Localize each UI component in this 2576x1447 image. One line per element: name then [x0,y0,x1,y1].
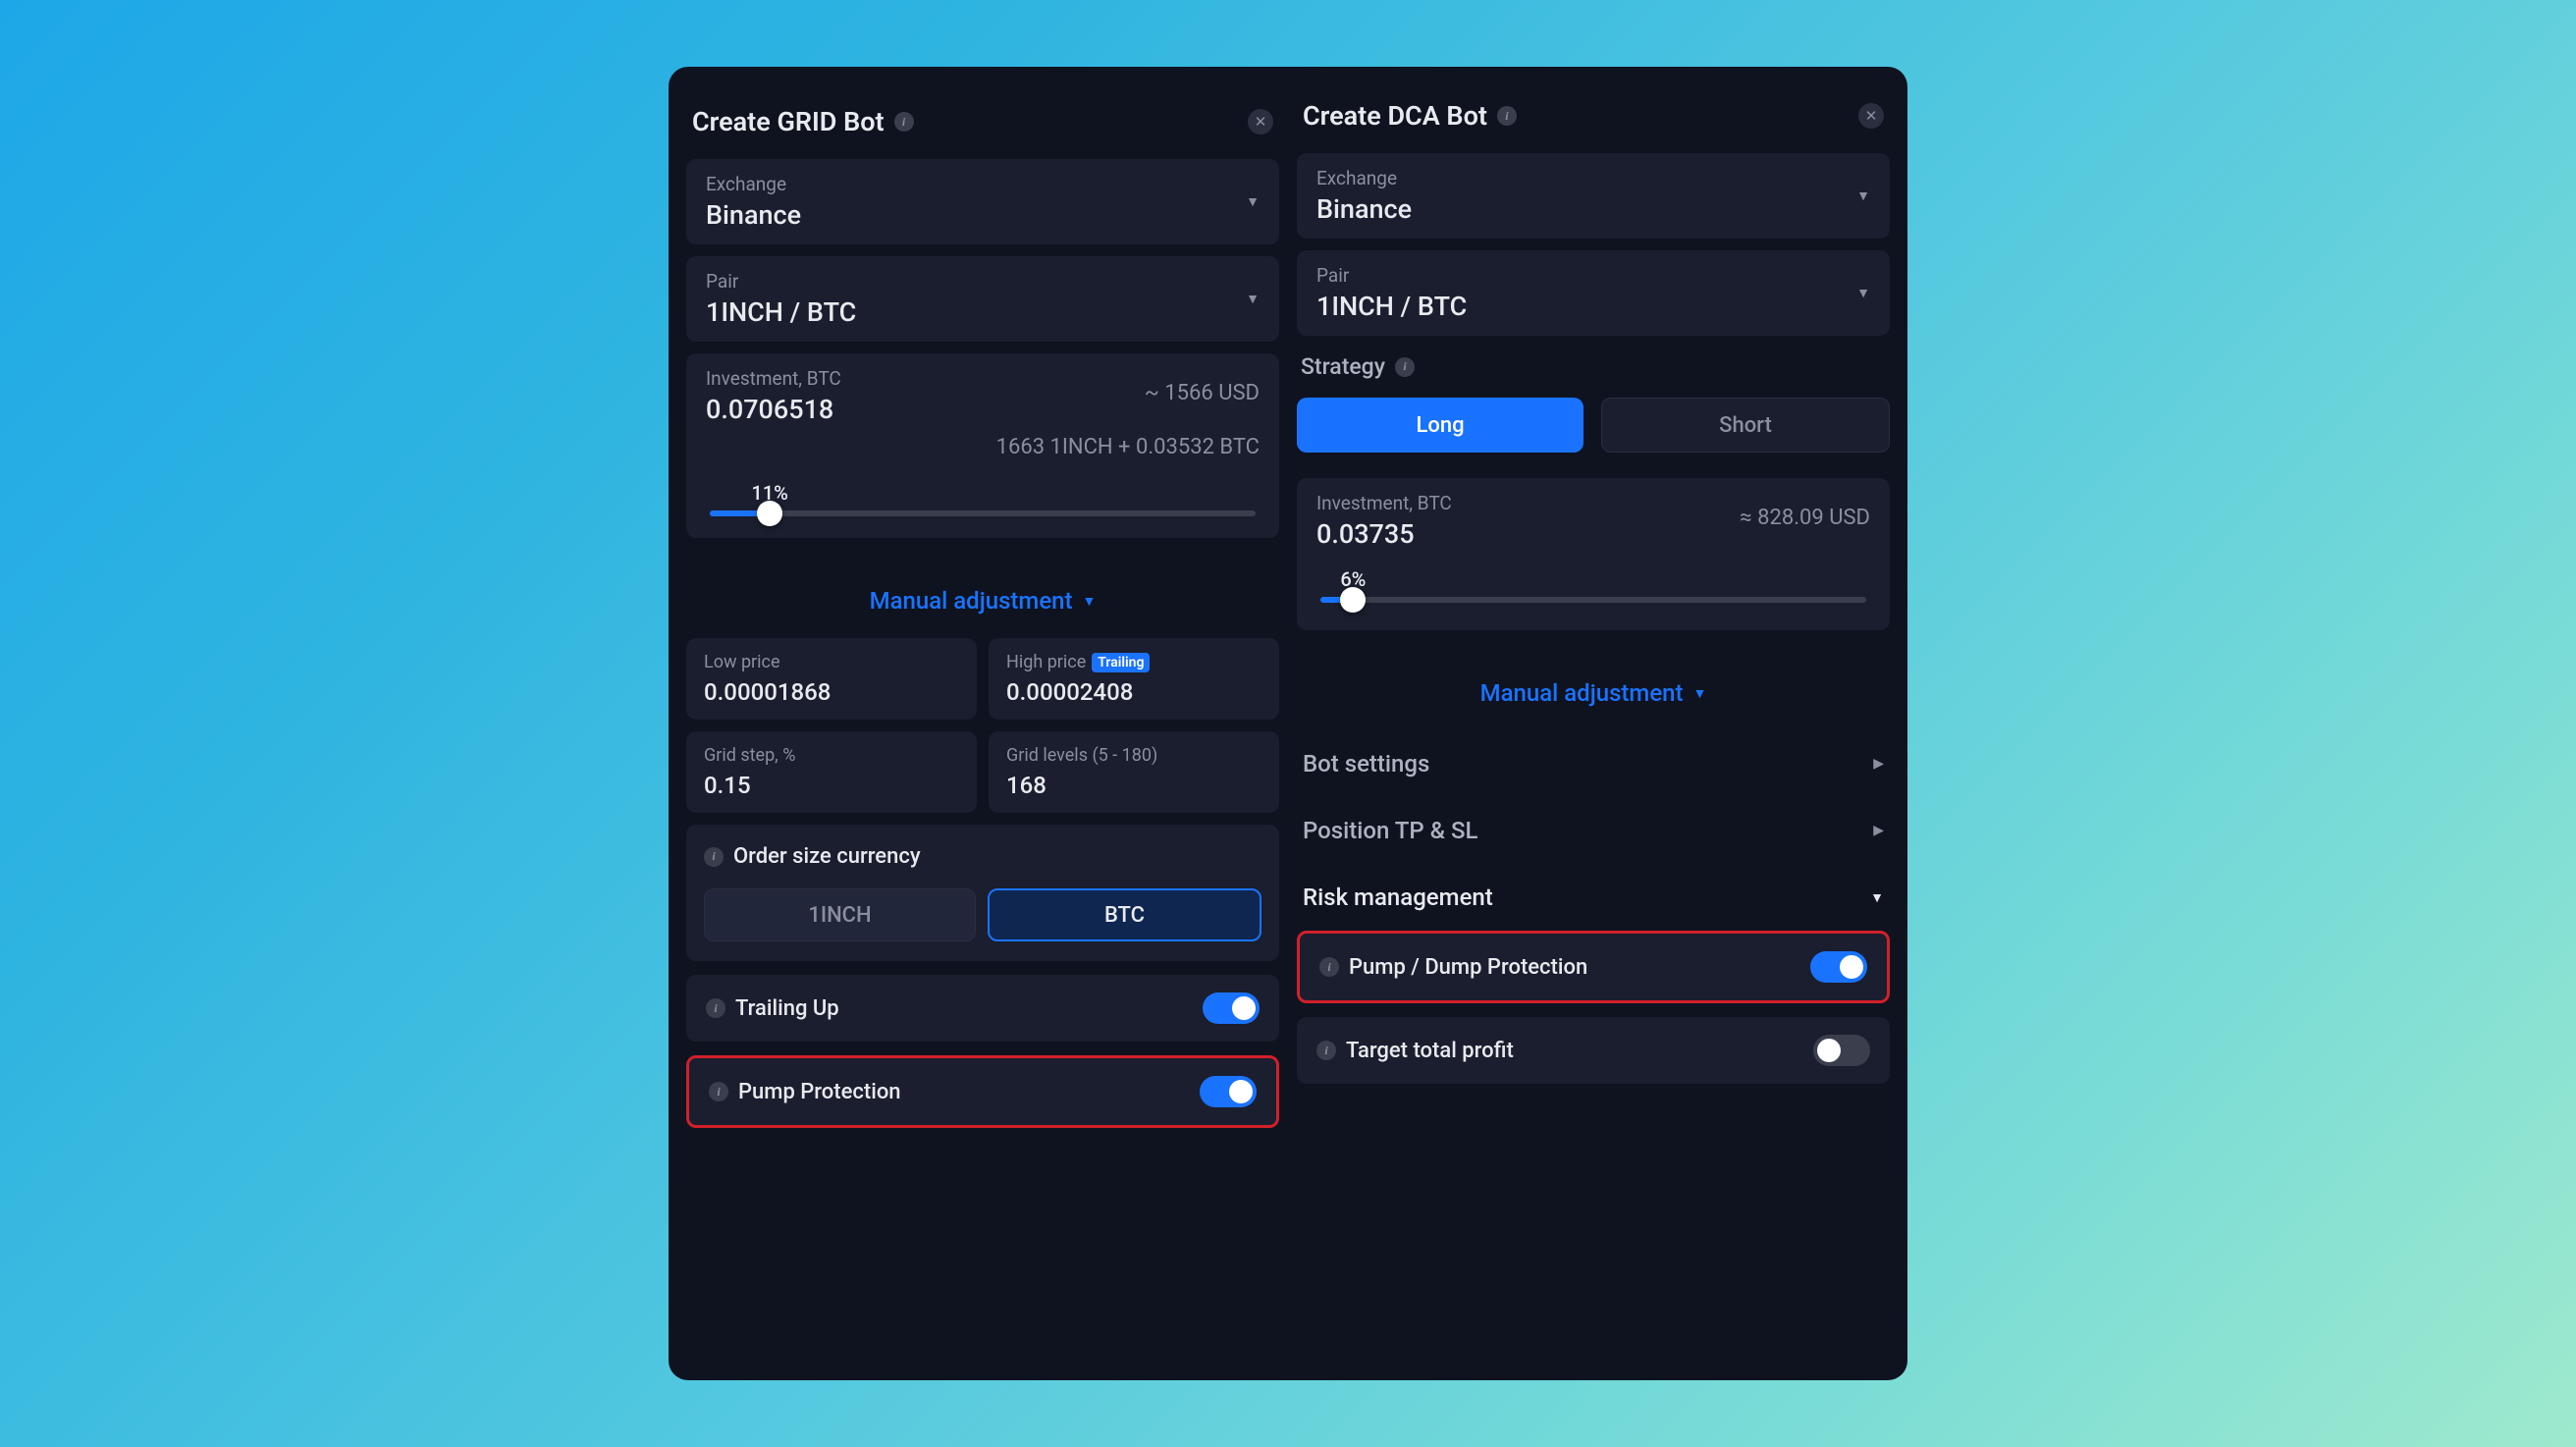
currency-option-btc[interactable]: BTC [988,888,1261,941]
exchange-dropdown[interactable]: Exchange Binance ▼ [686,159,1279,244]
investment-breakdown: 1663 1INCH + 0.03532 BTC [706,435,1260,459]
low-price-field[interactable]: Low price 0.00001868 [686,638,977,720]
risk-management-accordion[interactable]: Risk management ▼ [1297,864,1890,931]
chevron-down-icon: ▼ [1083,593,1097,610]
grid-levels-field[interactable]: Grid levels (5 - 180) 168 [989,731,1279,813]
grid-title: Create GRID Bot [692,106,885,137]
pair-label: Pair [1316,264,1467,287]
dca-investment-field: Investment, BTC 0.03735 ≈ 828.09 USD 6% [1297,478,1890,630]
info-icon[interactable]: i [704,847,724,867]
investment-slider[interactable]: 11% [710,510,1256,516]
info-icon[interactable]: i [1395,357,1415,377]
close-icon[interactable]: ✕ [1858,103,1884,129]
investment-label: Investment, BTC [706,367,841,390]
pump-dump-protection-row: i Pump / Dump Protection [1297,931,1890,1003]
exchange-value: Binance [1316,193,1412,225]
chevron-down-icon: ▼ [1693,685,1707,702]
grid-header: Create GRID Bot i ✕ [686,79,1279,159]
pair-label: Pair [706,270,856,293]
currency-option-1inch[interactable]: 1INCH [704,888,976,941]
trailing-up-toggle-row: i Trailing Up [686,975,1279,1042]
info-icon[interactable]: i [709,1082,728,1101]
pair-value: 1INCH / BTC [1316,291,1467,322]
chevron-right-icon: ▶ [1873,823,1884,838]
position-tp-sl-accordion[interactable]: Position TP & SL ▶ [1297,797,1890,864]
investment-field: Investment, BTC 0.0706518 ~ 1566 USD 166… [686,353,1279,538]
info-icon[interactable]: i [1316,1041,1336,1060]
order-size-currency-box: i Order size currency 1INCH BTC [686,825,1279,961]
strategy-short-button[interactable]: Short [1601,398,1890,453]
high-price-field[interactable]: High price Trailing 0.00002408 [989,638,1279,720]
exchange-dropdown[interactable]: Exchange Binance ▼ [1297,153,1890,239]
pump-protection-label: Pump Protection [738,1080,901,1104]
pump-dump-label: Pump / Dump Protection [1349,955,1587,980]
trailing-up-toggle[interactable] [1203,992,1260,1024]
close-icon[interactable]: ✕ [1248,109,1273,134]
info-icon[interactable]: i [894,112,914,132]
pair-value: 1INCH / BTC [706,296,856,328]
grid-step-field[interactable]: Grid step, % 0.15 [686,731,977,813]
slider-thumb[interactable] [1340,587,1366,613]
bot-creation-modal: Create GRID Bot i ✕ Exchange Binance ▼ P… [669,67,1907,1380]
pair-dropdown[interactable]: Pair 1INCH / BTC ▼ [1297,250,1890,336]
pump-protection-toggle-row: i Pump Protection [686,1055,1279,1128]
manual-adjustment-link[interactable]: Manual adjustment ▼ [686,587,1279,615]
chevron-down-icon: ▼ [1856,188,1870,204]
investment-value[interactable]: 0.0706518 [706,394,841,425]
investment-usd: ~ 1566 USD [1145,381,1260,405]
investment-value[interactable]: 0.03735 [1316,518,1452,550]
info-icon[interactable]: i [1319,957,1339,977]
pair-dropdown[interactable]: Pair 1INCH / BTC ▼ [686,256,1279,342]
dca-title: Create DCA Bot [1303,100,1487,132]
chevron-right-icon: ▶ [1873,756,1884,772]
trailing-badge: Trailing [1092,653,1150,672]
exchange-value: Binance [706,199,801,231]
investment-label: Investment, BTC [1316,492,1452,514]
chevron-down-icon: ▼ [1246,193,1260,210]
info-icon[interactable]: i [1497,106,1517,126]
pump-protection-toggle[interactable] [1200,1076,1257,1107]
order-size-label: Order size currency [733,844,921,869]
pump-dump-toggle[interactable] [1810,951,1867,983]
chevron-down-icon: ▼ [1246,291,1260,307]
dca-bot-panel: Create DCA Bot i ✕ Exchange Binance ▼ Pa… [1297,79,1890,1380]
strategy-label-row: Strategy i [1301,353,1886,380]
info-icon[interactable]: i [706,998,725,1018]
grid-bot-panel: Create GRID Bot i ✕ Exchange Binance ▼ P… [686,79,1279,1380]
target-total-profit-row: i Target total profit [1297,1017,1890,1084]
target-profit-toggle[interactable] [1813,1035,1870,1066]
slider-thumb[interactable] [757,501,782,526]
strategy-long-button[interactable]: Long [1297,398,1583,453]
exchange-label: Exchange [706,173,801,195]
exchange-label: Exchange [1316,167,1412,189]
manual-adjustment-link[interactable]: Manual adjustment ▼ [1297,679,1890,707]
chevron-down-icon: ▼ [1856,285,1870,301]
investment-usd: ≈ 828.09 USD [1740,506,1870,530]
bot-settings-accordion[interactable]: Bot settings ▶ [1297,730,1890,797]
trailing-up-label: Trailing Up [735,996,839,1021]
target-profit-label: Target total profit [1346,1039,1514,1063]
dca-header: Create DCA Bot i ✕ [1297,79,1890,153]
investment-slider[interactable]: 6% [1320,597,1866,603]
chevron-down-icon: ▼ [1870,889,1884,906]
